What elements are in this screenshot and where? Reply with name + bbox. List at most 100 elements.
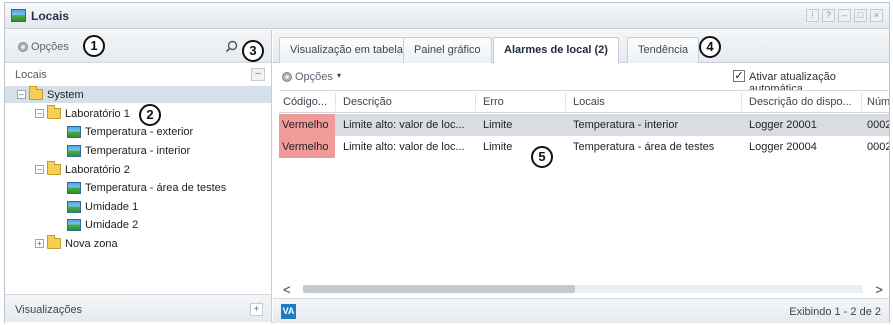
paging-info: Exibindo 1 - 2 de 2: [789, 306, 881, 318]
collapse-panel-button[interactable]: –: [251, 68, 265, 81]
cell-number: 0002: [867, 141, 889, 153]
maximize-icon[interactable]: □: [854, 9, 867, 22]
tree-node-lab2[interactable]: – Laboratório 2: [35, 161, 130, 178]
alarm-code-cell: Vermelho: [279, 136, 335, 158]
tree-node-label: Umidade 1: [85, 200, 139, 213]
tree-node-label: Temperatura - interior: [85, 144, 191, 157]
menu-dots-icon[interactable]: ⁞: [806, 9, 819, 22]
folder-icon: [29, 86, 43, 100]
cell-error: Limite: [483, 141, 513, 153]
scroll-left-icon[interactable]: <: [283, 282, 291, 297]
tab-table-view[interactable]: Visualização em tabela: [279, 37, 414, 63]
column-divider[interactable]: [861, 93, 862, 111]
column-header-number[interactable]: Núm: [867, 96, 889, 108]
cell-error: Limite: [483, 119, 513, 131]
left-panel: Opções 1 3 Locais – – System – Laboratór…: [5, 30, 272, 323]
tree-node-temp-exterior[interactable]: Temperatura - exterior: [67, 123, 193, 140]
views-bar: Visualizações +: [5, 294, 271, 322]
minimize-icon[interactable]: –: [838, 9, 851, 22]
cell-location: Temperatura - área de testes: [573, 141, 715, 153]
tree-node-label: Temperatura - área de testes: [85, 181, 227, 194]
chevron-down-icon[interactable]: ▾: [337, 71, 341, 80]
locations-header-label: Locais: [15, 69, 47, 81]
tree-node-lab1[interactable]: – Laboratório 1: [35, 105, 130, 122]
window-controls: ⁞ ? – □ ×: [806, 9, 883, 22]
tree-node-new-zone[interactable]: + Nova zona: [35, 235, 118, 252]
column-divider[interactable]: [741, 93, 742, 111]
sensor-icon: [67, 218, 81, 231]
column-header-locations[interactable]: Locais: [573, 96, 605, 108]
cell-location: Temperatura - interior: [573, 119, 679, 131]
column-divider[interactable]: [565, 93, 566, 111]
sensor-icon: [67, 125, 81, 138]
folder-icon: [47, 105, 61, 119]
locations-window: Locais ⁞ ? – □ × Opções 1 3 Locais – – S…: [4, 2, 890, 323]
cell-number: 0002: [867, 119, 889, 131]
table-row[interactable]: Vermelho Limite alto: valor de loc... Li…: [279, 114, 889, 136]
column-header-code[interactable]: Código...: [283, 96, 327, 108]
help-icon[interactable]: ?: [822, 9, 835, 22]
right-panel: Visualização em tabela Painel gráfico Al…: [273, 30, 889, 323]
grid-toolbar: Opções ▾ ✓ Ativar atualização automática: [273, 64, 889, 95]
column-header-device-description[interactable]: Descrição do dispo...: [749, 96, 852, 108]
tree-node-temp-test-area[interactable]: Temperatura - área de testes: [67, 179, 226, 196]
tree-node-humidity-2[interactable]: Umidade 2: [67, 216, 138, 233]
app-logo-icon: [11, 9, 26, 22]
tree-node-label: Umidade 2: [85, 218, 139, 231]
horizontal-scrollbar[interactable]: < >: [279, 282, 887, 297]
collapse-node-icon[interactable]: –: [35, 109, 44, 118]
add-view-button[interactable]: +: [250, 303, 263, 316]
auto-update-checkbox[interactable]: ✓: [733, 70, 745, 82]
table-row[interactable]: Vermelho Limite alto: valor de loc... Li…: [279, 136, 889, 158]
tree-node-label: Nova zona: [65, 237, 118, 250]
window-title: Locais: [31, 9, 70, 23]
column-divider[interactable]: [475, 93, 476, 111]
tree-node-label: Temperatura - exterior: [85, 125, 194, 138]
scroll-right-icon[interactable]: >: [875, 282, 883, 297]
left-options-bar: Opções 1 3: [5, 30, 271, 63]
left-options-button[interactable]: Opções: [31, 41, 69, 53]
alarms-grid: Código... Descrição Erro Locais Descriçã…: [279, 90, 889, 280]
tab-trend[interactable]: Tendência: [627, 37, 700, 63]
tree-node-label: System: [47, 88, 84, 101]
tree-node-label: Laboratório 2: [65, 163, 130, 176]
collapse-node-icon[interactable]: –: [35, 165, 44, 174]
expand-node-icon[interactable]: +: [35, 239, 44, 248]
callout-3: 3: [242, 40, 264, 62]
va-badge-icon[interactable]: VA: [281, 304, 296, 319]
views-label[interactable]: Visualizações: [15, 304, 82, 316]
column-divider[interactable]: [335, 93, 336, 111]
sensor-icon: [67, 144, 81, 157]
tree-node-temp-interior[interactable]: Temperatura - interior: [67, 142, 190, 159]
gear-icon[interactable]: [281, 71, 293, 83]
locations-header: Locais –: [5, 64, 271, 86]
tab-location-alarms[interactable]: Alarmes de local (2): [493, 37, 619, 64]
alarm-code-cell: Vermelho: [279, 114, 335, 136]
grid-header: Código... Descrição Erro Locais Descriçã…: [279, 91, 889, 113]
callout-4: 4: [699, 36, 721, 58]
title-bar: Locais ⁞ ? – □ ×: [5, 3, 889, 29]
tree-node-humidity-1[interactable]: Umidade 1: [67, 198, 138, 215]
column-header-error[interactable]: Erro: [483, 96, 504, 108]
sensor-icon: [67, 181, 81, 194]
tab-strip: Visualização em tabela Painel gráfico Al…: [273, 30, 889, 64]
cell-description: Limite alto: valor de loc...: [343, 119, 465, 131]
folder-icon: [47, 235, 61, 249]
search-icon[interactable]: [225, 40, 238, 53]
callout-5: 5: [531, 146, 553, 168]
cell-device: Logger 20004: [749, 141, 817, 153]
tree-node-system[interactable]: – System: [5, 86, 271, 103]
cell-device: Logger 20001: [749, 119, 817, 131]
scroll-thumb[interactable]: [303, 285, 575, 293]
gear-icon[interactable]: [17, 41, 29, 53]
column-header-description[interactable]: Descrição: [343, 96, 392, 108]
grid-options-button[interactable]: Opções: [295, 71, 333, 83]
tree-node-label: Laboratório 1: [65, 107, 130, 120]
close-icon[interactable]: ×: [870, 9, 883, 22]
cell-description: Limite alto: valor de loc...: [343, 141, 465, 153]
collapse-node-icon[interactable]: –: [17, 90, 26, 99]
tab-graphic-panel[interactable]: Painel gráfico: [403, 37, 492, 63]
callout-1: 1: [83, 35, 105, 57]
folder-icon: [47, 161, 61, 175]
grid-footer: VA Exibindo 1 - 2 de 2: [273, 298, 889, 323]
